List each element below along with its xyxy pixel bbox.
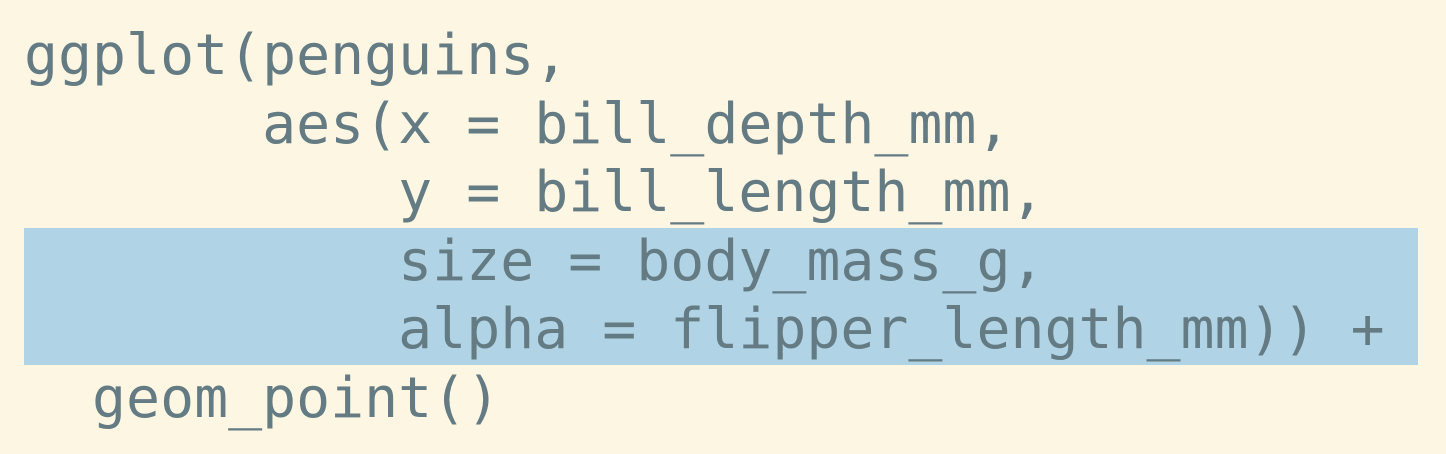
code-line: geom_point(): [24, 365, 501, 431]
code-line: ggplot(penguins,: [24, 23, 569, 88]
code-line-highlighted: size = body_mass_g,: [24, 227, 1418, 296]
code-block: ggplot(penguins, aes(x = bill_depth_mm, …: [0, 22, 1446, 433]
code-line-highlighted: alpha = flipper_length_mm)) +: [24, 296, 1418, 365]
code-line: y = bill_length_mm,: [24, 160, 1045, 225]
code-line: aes(x = bill_depth_mm,: [24, 91, 1011, 157]
